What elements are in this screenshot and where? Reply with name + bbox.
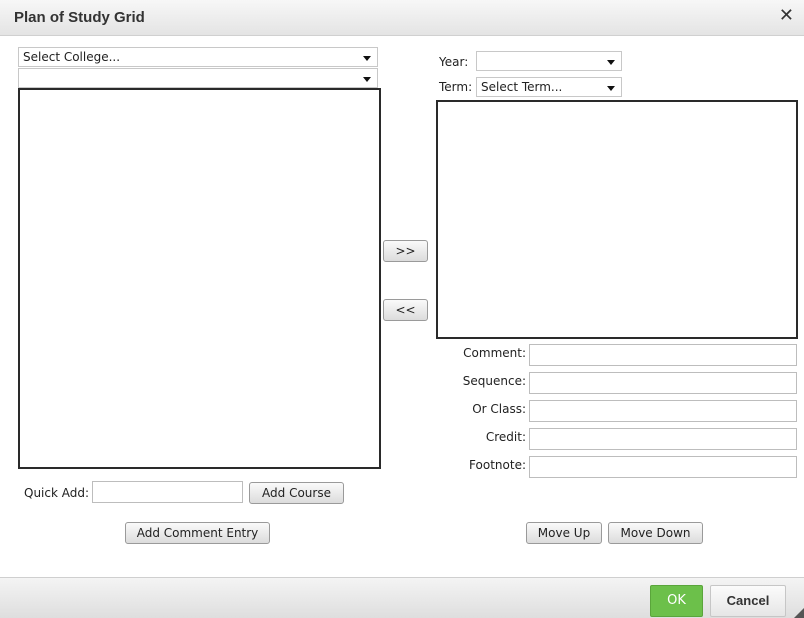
ok-button[interactable]: OK	[650, 585, 703, 617]
add-course-button[interactable]: Add Course	[249, 482, 344, 504]
cancel-button[interactable]: Cancel	[710, 585, 786, 617]
chevron-down-icon	[607, 60, 615, 65]
quick-add-input[interactable]	[92, 481, 243, 503]
year-select[interactable]	[476, 51, 622, 71]
comment-label: Comment:	[463, 346, 526, 360]
move-left-button[interactable]: <<	[383, 299, 428, 321]
chevron-down-icon	[363, 77, 371, 82]
footnote-field[interactable]	[529, 456, 797, 478]
term-select[interactable]: Select Term...	[476, 77, 622, 97]
credit-field[interactable]	[529, 428, 797, 450]
chevron-down-icon	[607, 86, 615, 91]
dialog-titlebar[interactable]: Plan of Study Grid ✕	[0, 0, 804, 36]
department-select[interactable]	[18, 68, 378, 88]
college-select[interactable]: Select College...	[18, 47, 378, 67]
year-label: Year:	[439, 55, 469, 69]
sequence-label: Sequence:	[462, 374, 526, 388]
comment-field[interactable]	[529, 344, 797, 366]
sequence-field[interactable]	[529, 372, 797, 394]
close-icon[interactable]: ✕	[779, 5, 794, 26]
move-down-button[interactable]: Move Down	[608, 522, 703, 544]
or-class-label: Or Class:	[472, 402, 526, 416]
term-select-value: Select Term...	[481, 80, 563, 94]
credit-label: Credit:	[485, 430, 526, 444]
move-right-button[interactable]: >>	[383, 240, 428, 262]
college-select-value: Select College...	[23, 50, 121, 64]
resize-grip-icon[interactable]	[794, 608, 804, 618]
quick-add-label: Quick Add:	[24, 486, 90, 500]
dialog-title: Plan of Study Grid	[14, 9, 145, 26]
term-course-list[interactable]	[436, 100, 798, 339]
term-label: Term:	[439, 80, 473, 94]
move-up-button[interactable]: Move Up	[526, 522, 602, 544]
footnote-label: Footnote:	[469, 458, 526, 472]
chevron-down-icon	[363, 56, 371, 61]
add-comment-entry-button[interactable]: Add Comment Entry	[125, 522, 270, 544]
plan-of-study-dialog: Plan of Study Grid ✕ Select College... Q…	[0, 0, 804, 618]
or-class-field[interactable]	[529, 400, 797, 422]
course-list[interactable]	[18, 88, 381, 469]
